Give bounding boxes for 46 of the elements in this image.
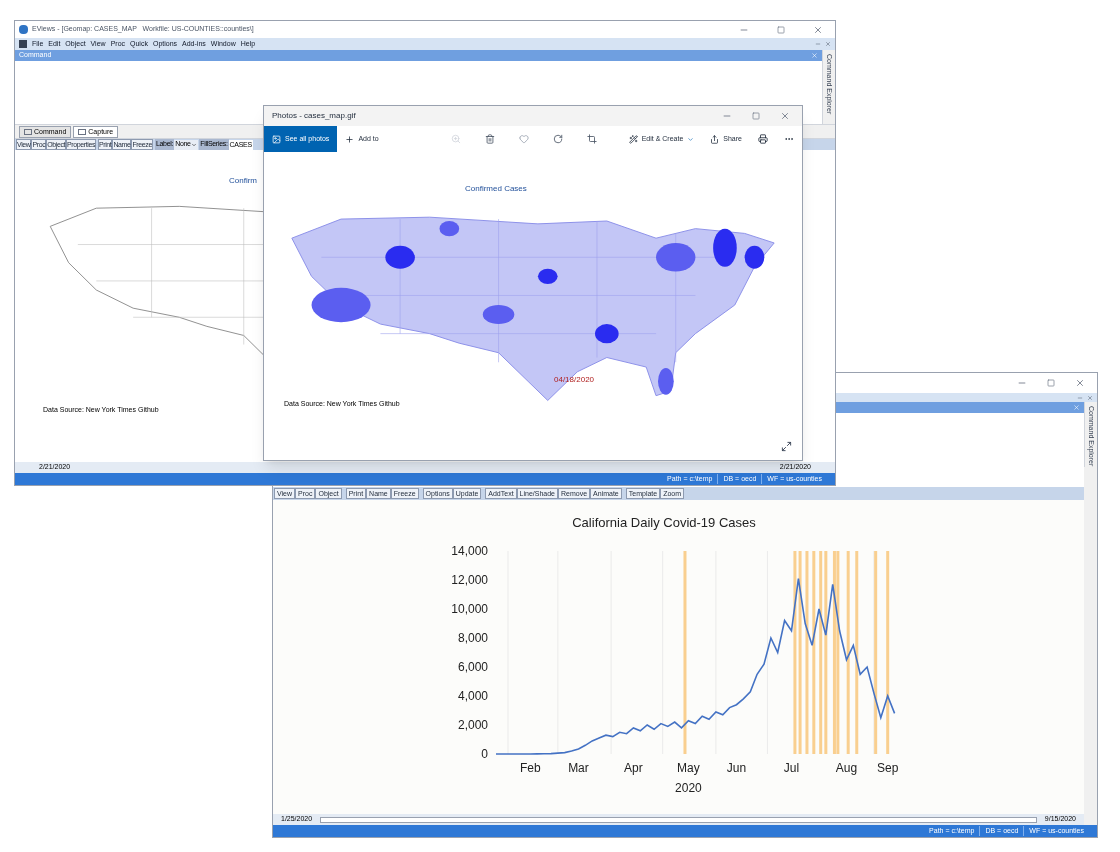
axis-tick-label: 6,000 xyxy=(457,660,488,674)
axis-tick-label: May xyxy=(677,761,700,775)
share-icon xyxy=(710,134,720,144)
maximize-icon[interactable] xyxy=(1047,379,1055,387)
axis-tick-label: Jul xyxy=(783,761,800,775)
window-title: Photos - cases_map.gif xyxy=(271,110,356,122)
axis-tick-label: Mar xyxy=(568,761,589,775)
axis-tick-label: Apr xyxy=(624,761,643,775)
chevron-icon xyxy=(191,141,198,148)
axis-tick-label: Aug xyxy=(835,761,858,775)
crop-icon[interactable] xyxy=(586,134,597,144)
axis-tick-label: Jun xyxy=(726,761,747,775)
axis-tick-label: 4,000 xyxy=(457,689,488,703)
expand-icon[interactable] xyxy=(781,441,792,452)
map-date: 04/18/2020 xyxy=(554,374,595,386)
close-icon[interactable] xyxy=(1075,378,1085,388)
chevron-icon xyxy=(687,135,695,143)
minimize-icon[interactable] xyxy=(815,41,821,47)
map-title: Confirm xyxy=(229,175,257,187)
print-icon[interactable] xyxy=(758,134,768,144)
axis-tick-label: 0 xyxy=(481,747,488,761)
delete-icon[interactable] xyxy=(484,134,495,144)
photo-icon xyxy=(272,134,281,144)
axis-tick-label: 10,000 xyxy=(451,602,488,616)
close-icon[interactable] xyxy=(813,24,823,35)
chart-title: California Daily Covid-19 Cases xyxy=(572,515,756,530)
heart-icon[interactable] xyxy=(518,134,529,144)
axis-label: 2020 xyxy=(675,781,702,795)
maximize-icon[interactable] xyxy=(752,112,760,120)
axis-tick-label: Sep xyxy=(877,761,899,775)
rotate-icon[interactable] xyxy=(552,134,563,144)
axis-tick-label: Feb xyxy=(520,761,541,775)
scroll-bar[interactable] xyxy=(320,816,1037,823)
axis-tick-label: 14,000 xyxy=(451,544,488,558)
map-title: Confirmed Cases xyxy=(465,183,527,195)
axis-tick-label: 12,000 xyxy=(451,573,488,587)
close-icon[interactable] xyxy=(780,111,790,121)
maximize-icon[interactable] xyxy=(777,25,785,34)
zoom-in-icon[interactable] xyxy=(450,134,461,144)
wand-icon xyxy=(628,134,638,144)
axis-tick-label: 8,000 xyxy=(457,631,488,645)
minimize-icon[interactable] xyxy=(1077,394,1083,401)
close-icon[interactable] xyxy=(1087,394,1093,401)
plus-icon xyxy=(345,134,355,144)
close-icon[interactable] xyxy=(825,41,831,47)
axis-tick-label: 2,000 xyxy=(457,718,488,732)
